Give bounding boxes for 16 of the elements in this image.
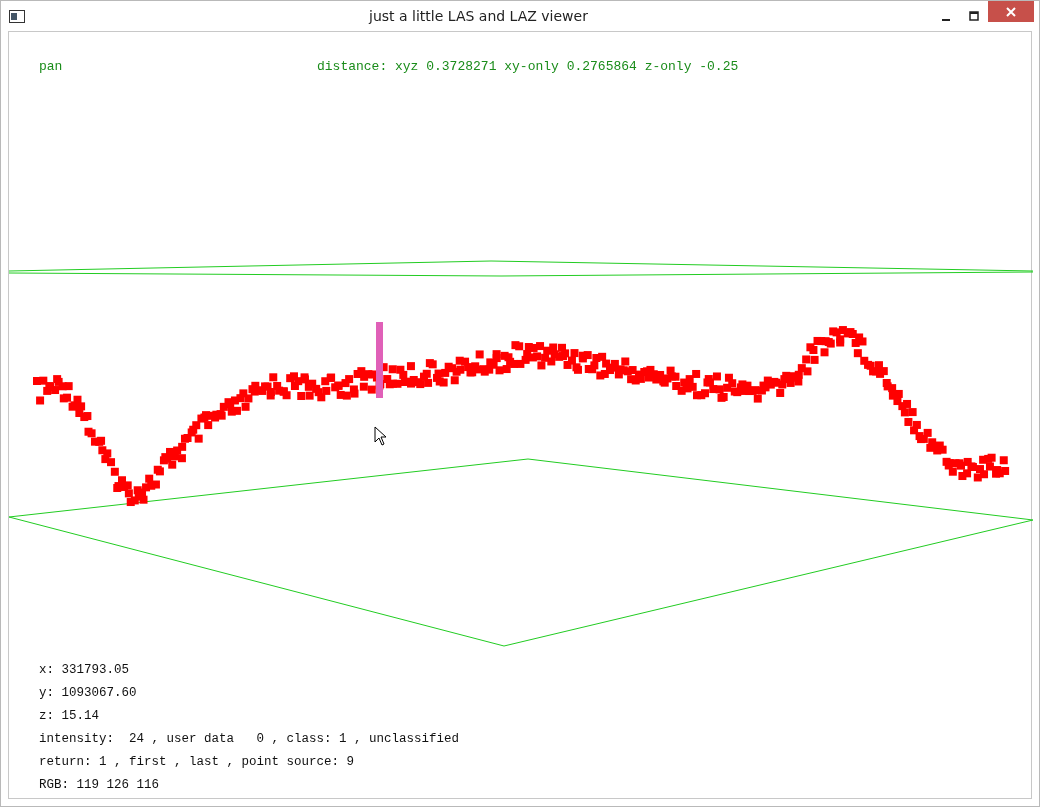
point-info-line: z: 15.14: [39, 708, 100, 725]
maximize-icon: [969, 11, 979, 21]
point-info-line: y: 1093067.60: [39, 685, 138, 702]
mode-label: pan: [39, 59, 64, 74]
close-icon: [1006, 6, 1016, 17]
app-icon: [9, 9, 25, 23]
point-info-line: return: 1 , first , last , point source: 9: [39, 754, 356, 771]
point-info-line: x: 331793.05: [39, 662, 130, 679]
window-title: just a little LAS and LAZ viewer: [367, 8, 589, 24]
viewer-canvas[interactable]: [8, 31, 1032, 799]
minimize-icon: [942, 19, 950, 21]
point-info-line: intensity: 24 , user data 0 , class: 1 , unclassified: [39, 731, 461, 748]
point-info-line: RGB: 119 126 116: [39, 777, 161, 794]
distance-readout: distance: xyz 0.3728271 xy-only 0.2765864 z-only -0.25: [317, 59, 739, 74]
close-button[interactable]: [988, 1, 1034, 22]
cursor-icon: [374, 426, 387, 446]
